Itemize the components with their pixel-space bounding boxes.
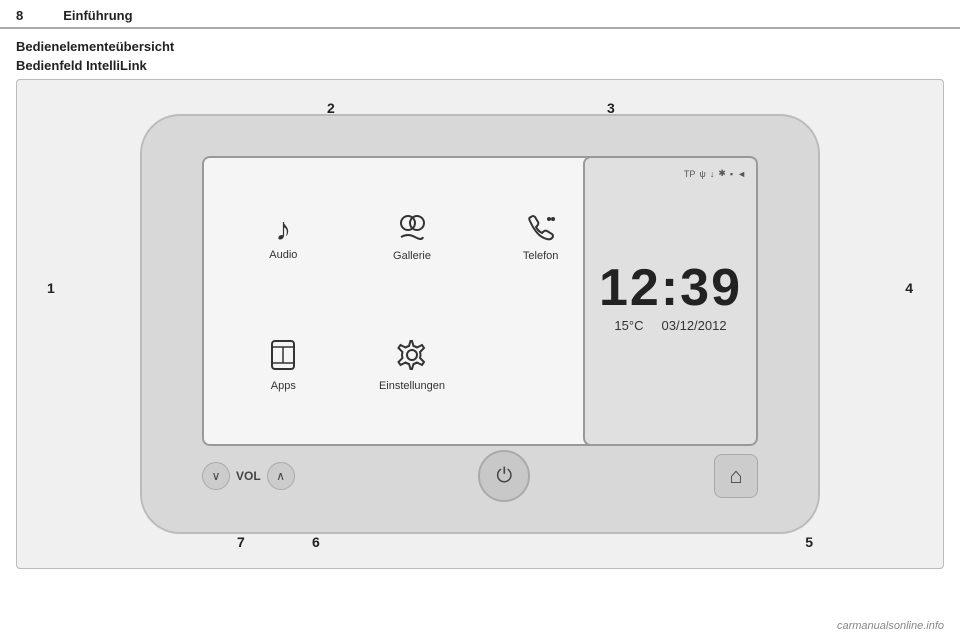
app-icon-audio[interactable]: ♪ Audio bbox=[224, 178, 343, 296]
power-button[interactable]: ⏻ bbox=[478, 450, 530, 502]
status-bluetooth: ✱ bbox=[718, 168, 726, 179]
vol-up-button[interactable]: ∧ bbox=[267, 462, 295, 490]
device-body: ♪ Audio Gallerie bbox=[140, 114, 820, 534]
vol-down-button[interactable]: ∨ bbox=[202, 462, 230, 490]
info-panel: TP ψ ↓ ✱ ▪ ◄ 12:39 15°C 03/12/2012 bbox=[583, 156, 758, 446]
temperature: 15°C bbox=[614, 318, 643, 333]
main-screen: ♪ Audio Gallerie bbox=[202, 156, 622, 446]
callout-4: 4 bbox=[905, 280, 913, 296]
power-icon: ⏻ bbox=[496, 465, 512, 488]
section-main-title: Bedienelementeübersicht bbox=[0, 33, 960, 56]
apps-icon bbox=[268, 339, 298, 376]
callout-7: 7 bbox=[237, 534, 245, 550]
app-icon-gallery[interactable]: Gallerie bbox=[353, 178, 472, 296]
status-signal: ▪ bbox=[730, 169, 733, 179]
vol-label: VOL bbox=[236, 469, 261, 483]
date-temp: 15°C 03/12/2012 bbox=[599, 318, 742, 333]
home-button[interactable]: ⌂ bbox=[714, 454, 758, 498]
gallery-icon bbox=[395, 213, 429, 246]
page-title: Einführung bbox=[63, 8, 132, 23]
settings-label: Einstellungen bbox=[379, 380, 445, 392]
diagram-area: 1 2 3 4 5 6 7 ♪ Audio bbox=[16, 79, 944, 569]
status-phone: ↓ bbox=[710, 169, 715, 179]
phone-icon bbox=[525, 213, 557, 246]
settings-icon bbox=[396, 339, 428, 376]
page-number: 8 bbox=[16, 8, 23, 23]
status-tp: TP bbox=[684, 169, 696, 179]
apps-label: Apps bbox=[271, 380, 296, 392]
home-icon: ⌂ bbox=[729, 463, 742, 489]
gallery-label: Gallerie bbox=[393, 250, 431, 262]
audio-icon: ♪ bbox=[275, 213, 291, 245]
section-sub-title: Bedienfeld IntelliLink bbox=[0, 56, 960, 79]
bottom-controls: ∨ VOL ∧ ⏻ ⌂ bbox=[202, 450, 758, 502]
app-icon-settings[interactable]: Einstellungen bbox=[353, 306, 472, 424]
date: 03/12/2012 bbox=[662, 318, 727, 333]
audio-label: Audio bbox=[269, 249, 297, 261]
time-display: 12:39 bbox=[599, 260, 742, 317]
watermark: carmanualsonline.info bbox=[837, 620, 944, 632]
phone-label: Telefon bbox=[523, 250, 558, 262]
callout-6: 6 bbox=[312, 534, 320, 550]
app-icon-apps[interactable]: Apps bbox=[224, 306, 343, 424]
callout-1: 1 bbox=[47, 280, 55, 296]
vol-control: ∨ VOL ∧ bbox=[202, 462, 295, 490]
status-wifi: ψ bbox=[699, 169, 705, 179]
callout-5: 5 bbox=[805, 534, 813, 550]
screen-inner: ♪ Audio Gallerie bbox=[204, 158, 620, 444]
page-header: 8 Einführung bbox=[0, 0, 960, 28]
status-bar: TP ψ ↓ ✱ ▪ ◄ bbox=[595, 168, 746, 179]
status-volume: ◄ bbox=[737, 169, 746, 179]
